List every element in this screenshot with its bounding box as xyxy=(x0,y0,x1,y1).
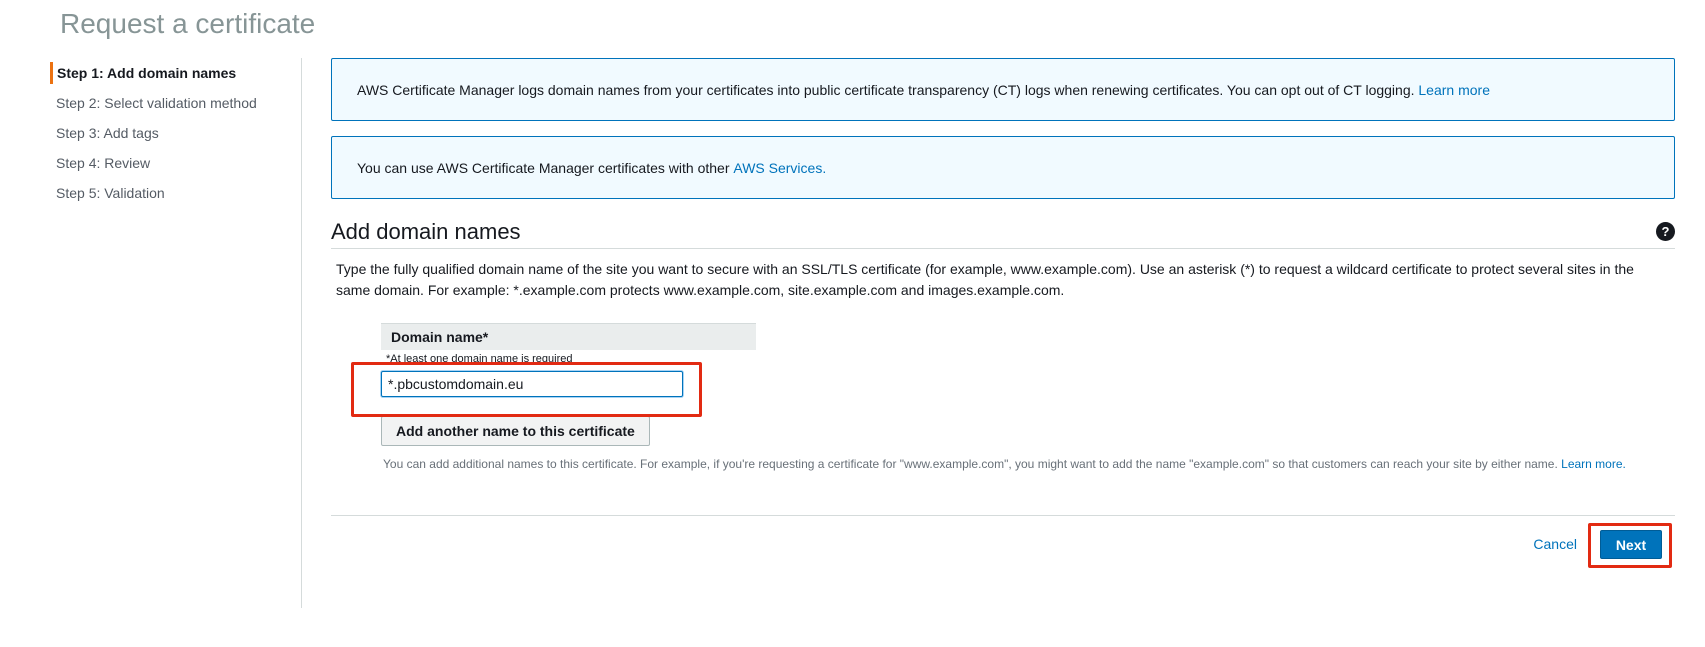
cancel-link[interactable]: Cancel xyxy=(1533,536,1577,552)
aws-services-text: You can use AWS Certificate Manager cert… xyxy=(357,159,827,176)
main-content: AWS Certificate Manager logs domain name… xyxy=(331,58,1675,576)
aws-services-link[interactable]: AWS Services. xyxy=(733,160,826,176)
add-another-name-button[interactable]: Add another name to this certificate xyxy=(381,416,650,446)
section-description: Type the fully qualified domain name of … xyxy=(336,261,1634,298)
add-names-note: You can add additional names to this cer… xyxy=(383,457,1626,471)
step-5-validation[interactable]: Step 5: Validation xyxy=(50,178,301,208)
step-4-review[interactable]: Step 4: Review xyxy=(50,148,301,178)
ct-learn-more-link[interactable]: Learn more xyxy=(1418,82,1490,98)
wizard-steps-sidebar: Step 1: Add domain names Step 2: Select … xyxy=(50,58,302,608)
required-note: *At least one domain name is required xyxy=(386,353,573,365)
domain-name-column-header: Domain name* xyxy=(381,323,756,350)
add-names-learn-more-link[interactable]: Learn more. xyxy=(1561,457,1626,471)
page-title: Request a certificate xyxy=(60,8,316,39)
wizard-footer: Cancel Next xyxy=(331,516,1675,576)
step-3-add-tags[interactable]: Step 3: Add tags xyxy=(50,118,301,148)
section-title: Add domain names xyxy=(331,218,521,244)
domain-name-input[interactable] xyxy=(381,371,683,397)
question-mark-icon[interactable]: ? xyxy=(1656,222,1675,241)
aws-services-notice: You can use AWS Certificate Manager cert… xyxy=(331,136,1675,199)
domain-names-area: Domain name* *At least one domain name i… xyxy=(351,323,1675,471)
ct-logging-notice: AWS Certificate Manager logs domain name… xyxy=(331,58,1675,121)
step-1-add-domain-names[interactable]: Step 1: Add domain names xyxy=(50,62,301,84)
section-header: Add domain names ? xyxy=(331,215,1675,249)
ct-logging-text: AWS Certificate Manager logs domain name… xyxy=(357,81,1490,98)
next-button[interactable]: Next xyxy=(1600,530,1662,559)
step-2-select-validation[interactable]: Step 2: Select validation method xyxy=(50,88,301,118)
